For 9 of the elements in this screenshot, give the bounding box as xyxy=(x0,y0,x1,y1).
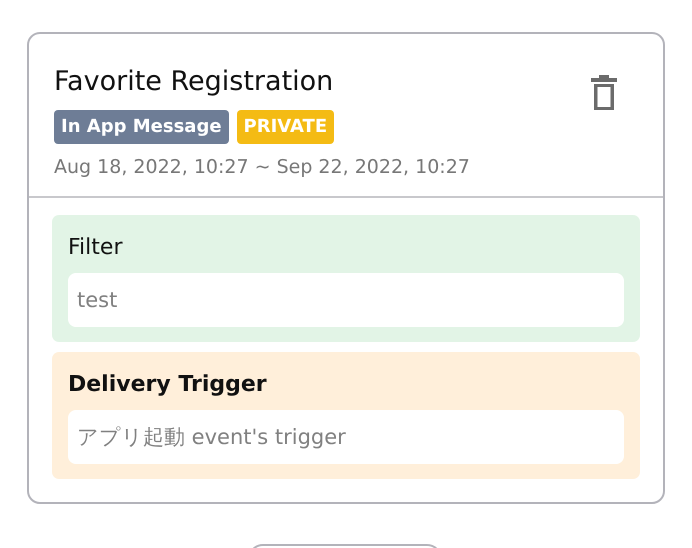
delete-icon[interactable] xyxy=(589,74,619,112)
tag: In App Message xyxy=(54,110,229,144)
tag: PRIVATE xyxy=(236,110,334,144)
date-range: Aug 18, 2022, 10:27 ~ Sep 22, 2022, 10:27 xyxy=(54,156,470,178)
section-label: Delivery Trigger xyxy=(68,372,267,397)
input-field[interactable]: test xyxy=(68,273,624,327)
input-field[interactable]: アプリ起動 event's trigger xyxy=(68,410,624,464)
card-title: Favorite Registration xyxy=(54,65,334,99)
section-label: Filter xyxy=(68,235,122,260)
